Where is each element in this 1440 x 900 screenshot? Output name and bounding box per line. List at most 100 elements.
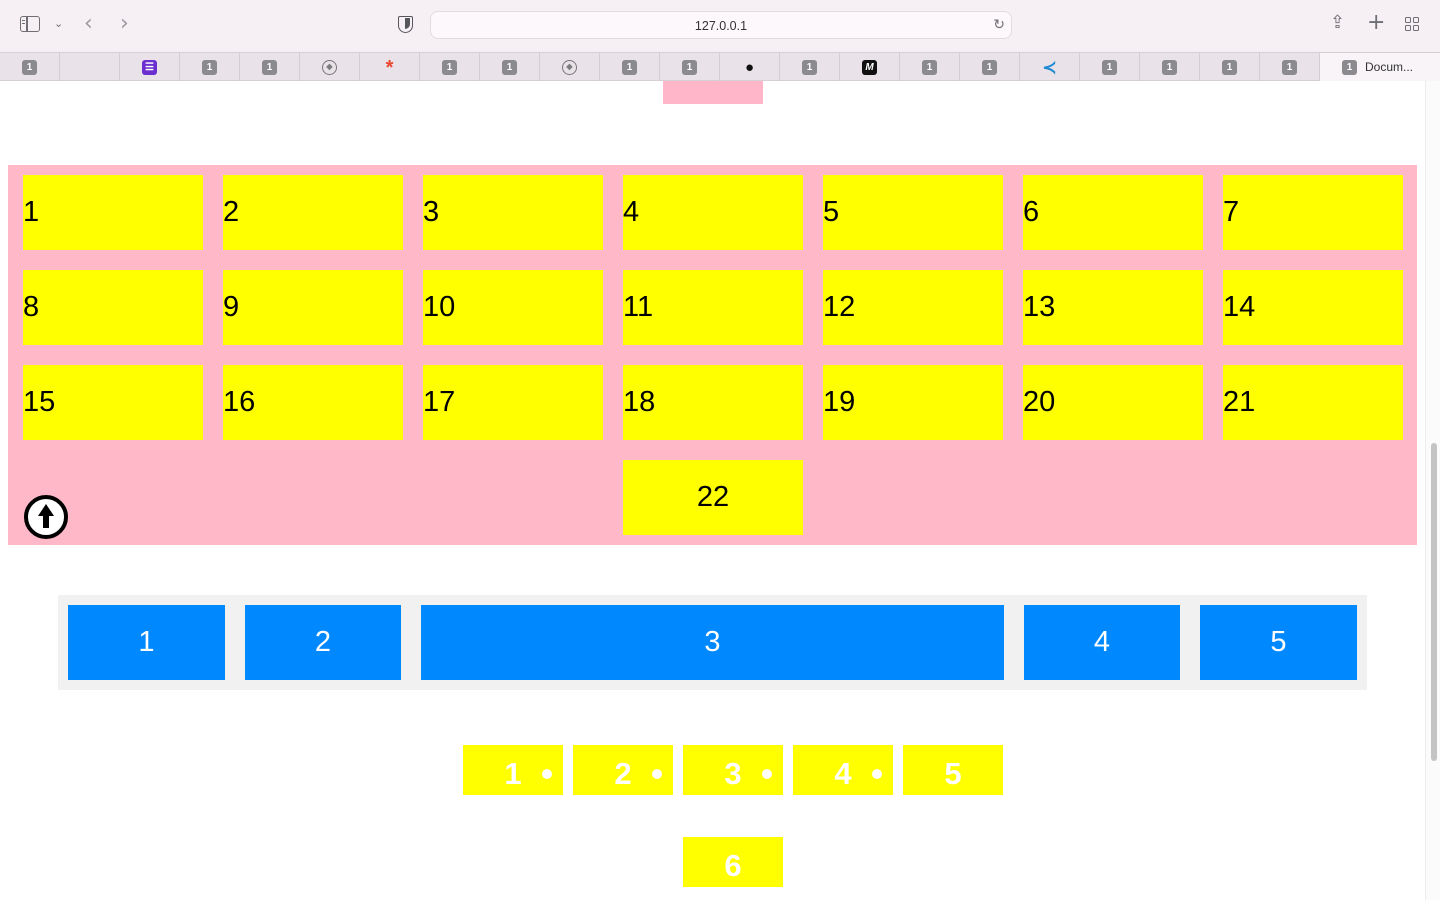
forward-arrow-icon[interactable]: › [120,13,129,35]
tab[interactable]: 1 [180,53,240,81]
grid-item: 8 [23,270,203,345]
tab-strip: 1 ☰ 1 1 ◈ * 1 1 ◈ 1 1 ● 1 M 1 1 ≺ 1 1 1 … [0,52,1440,81]
grid-item: 4 [623,175,803,250]
tab-favicon-icon: 1 [262,60,277,75]
grid-item: 19 [823,365,1003,440]
grid-item: 9 [223,270,403,345]
grid-item: 5 [823,175,1003,250]
tab[interactable]: 1 [1260,53,1320,81]
grid-item: 11 [623,270,803,345]
tab[interactable]: ◈ [540,53,600,81]
dot-icon [652,769,662,779]
medium-icon: M [862,60,877,75]
flex-item: 1 [68,605,225,680]
flex-container: 1 2 3 4 5 [58,595,1367,690]
tab-favicon-icon: 1 [1222,60,1237,75]
tab-overview-icon[interactable] [1405,17,1420,32]
tab[interactable]: 1 [1200,53,1260,81]
tab[interactable]: 1 [240,53,300,81]
chevron-down-icon[interactable]: ⌄ [54,18,63,29]
compass-icon: ◈ [322,60,337,75]
yellow-item: 5 [903,745,1003,795]
dot-icon [872,769,882,779]
yellow-item-label: 2 [614,756,632,791]
tab-favicon-icon: 1 [682,60,697,75]
grid-item: 14 [1223,270,1403,345]
grid-item: 21 [1223,365,1403,440]
pink-box-stub [663,81,763,104]
tab[interactable]: 1 [780,53,840,81]
share-icon[interactable]: ⇪ [1330,14,1345,32]
scrollbar[interactable] [1425,81,1440,900]
tab-favicon-icon: 1 [442,60,457,75]
flex-item: 5 [1200,605,1357,680]
tab-active[interactable]: 1 Docum... [1320,53,1440,81]
grid-item: 10 [423,270,603,345]
scrollbar-thumb[interactable] [1431,443,1437,761]
grid-item: 2 [223,175,403,250]
tab[interactable] [60,53,120,81]
grid-item: 1 [23,175,203,250]
scroll-to-top-icon[interactable] [24,495,68,539]
tab[interactable]: ☰ [120,53,180,81]
address-bar[interactable]: 127.0.0.1 ↻ [430,11,1012,39]
grid-item: 16 [223,365,403,440]
tab-favicon-icon: 1 [922,60,937,75]
yellow-item: 4 [793,745,893,795]
back-arrow-icon[interactable]: ‹ [84,13,93,35]
compass-icon: ◈ [562,60,577,75]
yellow-item-label: 4 [834,756,852,791]
tab[interactable]: 1 [1080,53,1140,81]
grid-item: 17 [423,365,603,440]
tab-favicon-icon: 1 [202,60,217,75]
tab[interactable]: M [840,53,900,81]
grid-item: 18 [623,365,803,440]
tab[interactable]: 1 [0,53,60,81]
asterisk-icon: * [385,57,394,79]
flex-item: 3 [421,605,1004,680]
grid-item: 7 [1223,175,1403,250]
yellow-item: 3 [683,745,783,795]
tab-favicon-icon: 1 [1102,60,1117,75]
tab-favicon-icon: 1 [22,60,37,75]
tab-favicon-icon: 1 [1282,60,1297,75]
grid-item: 15 [23,365,203,440]
grid-item: 6 [1023,175,1203,250]
tab[interactable]: ≺ [1020,53,1080,81]
tab[interactable]: 1 [600,53,660,81]
grid-item: 12 [823,270,1003,345]
reload-icon[interactable]: ↻ [993,17,1005,33]
tab[interactable]: ● [720,53,780,81]
page-viewport: 1 2 3 4 5 6 7 8 9 10 11 12 13 14 15 16 1… [0,81,1440,900]
tab[interactable]: 1 [420,53,480,81]
grid-item: 3 [423,175,603,250]
grid-item: 13 [1023,270,1203,345]
tab[interactable]: ◈ [300,53,360,81]
tab-favicon-icon: 1 [622,60,637,75]
tab[interactable]: 1 [660,53,720,81]
tab[interactable]: 1 [900,53,960,81]
new-tab-icon[interactable]: + [1367,12,1385,34]
yellow-item: 1 [463,745,563,795]
tab[interactable]: 1 [1140,53,1200,81]
grid-item: 22 [623,460,803,535]
flex-item: 2 [245,605,401,680]
tab[interactable]: 1 [480,53,540,81]
yellow-item: 2 [573,745,673,795]
privacy-shield-icon[interactable] [398,16,413,33]
sidebar-toggle-icon[interactable] [20,16,40,32]
vscode-icon: ≺ [1042,58,1057,77]
tab[interactable]: 1 [960,53,1020,81]
grid-container: 1 2 3 4 5 6 7 8 9 10 11 12 13 14 15 16 1… [8,165,1417,545]
dot-icon [762,769,772,779]
dot-icon [542,769,552,779]
browser-toolbar: ⌄ ‹ › 127.0.0.1 ↻ ⇪ + [0,0,1440,52]
tab-favicon-icon: 1 [802,60,817,75]
yellow-item: 6 [683,837,783,887]
tab-favicon-icon: 1 [1162,60,1177,75]
url-text[interactable]: 127.0.0.1 [431,19,1011,33]
github-icon: ● [744,59,755,76]
yellow-item-label: 3 [724,756,742,791]
tab-favicon-icon: 1 [502,60,517,75]
tab[interactable]: * [360,53,420,81]
